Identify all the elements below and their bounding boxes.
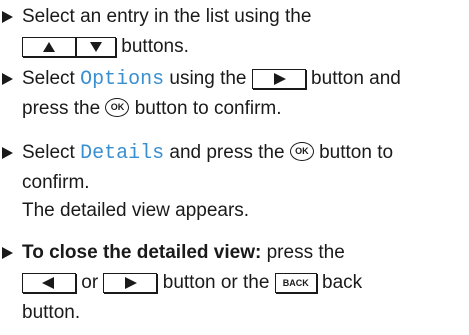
step-text: using the — [164, 68, 252, 89]
step-text-line2: press the OK button to confirm. — [22, 96, 282, 122]
step-text: Select an entry in the list using the — [22, 6, 312, 27]
step-text-line2: or button or the BACK back — [22, 270, 362, 296]
step-text: press the — [22, 98, 106, 119]
step-bullet-icon — [2, 73, 13, 85]
step-text-end: buttons. — [121, 36, 189, 57]
step-bullet-icon — [2, 11, 13, 23]
step-text-line2: confirm. — [22, 172, 90, 193]
step-bullet-icon — [2, 147, 13, 159]
down-arrow-key-icon — [76, 36, 116, 57]
step-text: button to confirm. — [129, 98, 282, 119]
step-text: or — [81, 272, 99, 293]
step-text: Select — [22, 142, 81, 163]
step-text: Select — [22, 68, 81, 89]
left-arrow-key-icon — [22, 272, 76, 293]
step-text: button to — [313, 142, 394, 163]
step-result-text: The detailed view appears. — [22, 200, 250, 221]
step-text-line2: buttons. — [22, 34, 189, 60]
step-text-line1: To close the detailed view: press the — [22, 240, 345, 266]
step-text: back — [322, 272, 363, 293]
step-heading: To close the detailed view: — [22, 242, 262, 263]
right-arrow-key-icon — [251, 68, 306, 89]
step-text: button or the — [162, 272, 270, 293]
step-text: button and — [305, 68, 401, 89]
step-text: and press the — [164, 142, 290, 163]
step-text-line1: Select Details and press the OK button t… — [22, 140, 393, 166]
display-term-options: Options — [80, 68, 165, 91]
display-term-details: Details — [80, 142, 165, 165]
ok-button-icon: OK — [289, 141, 314, 161]
step-bullet-icon — [2, 247, 13, 259]
up-arrow-key-icon — [22, 36, 76, 57]
step-text-line1: Select Options using the button and — [22, 66, 401, 92]
ok-button-icon: OK — [105, 97, 130, 117]
step-text: press the — [261, 242, 345, 263]
right-arrow-key-icon — [103, 272, 158, 293]
step-text-line3: button. — [22, 302, 81, 323]
back-button-icon: BACK — [274, 272, 317, 293]
